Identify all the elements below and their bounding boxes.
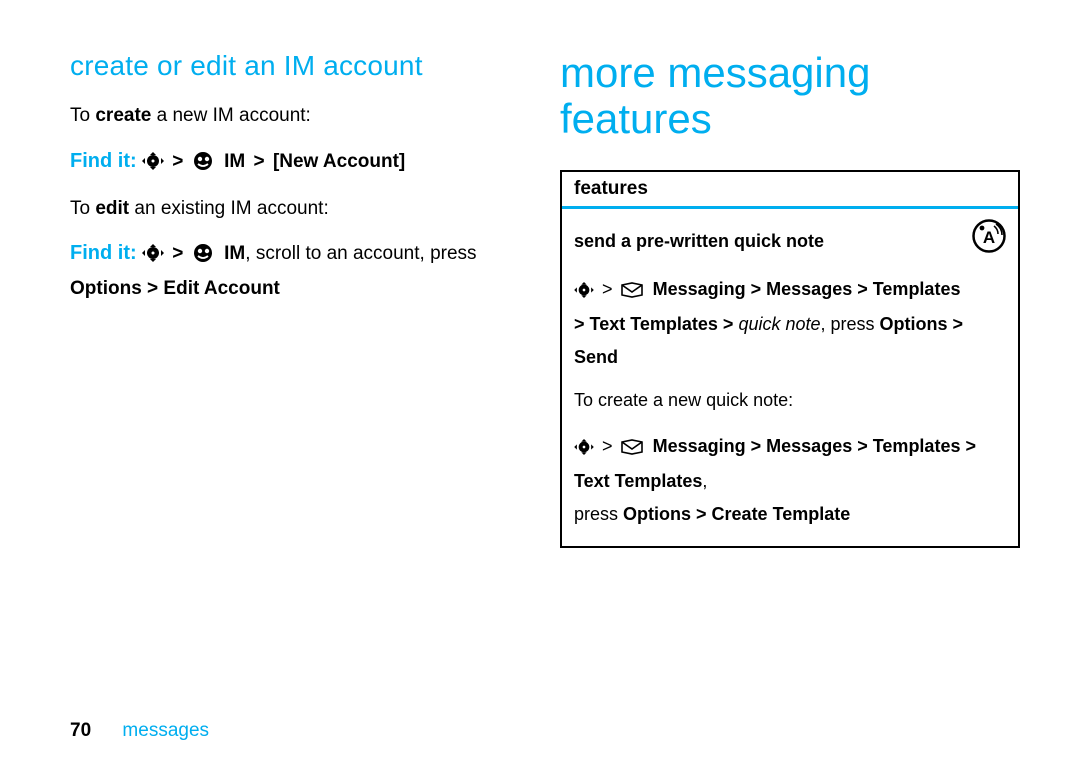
network-feature-icon: A (972, 219, 1006, 263)
im-icon (192, 243, 214, 273)
text-italic: quick note (738, 314, 820, 334)
text: a new IM account: (151, 105, 310, 126)
text: an existing IM account: (129, 198, 329, 219)
messaging-icon (621, 433, 643, 465)
text: , scroll to an account, press (245, 243, 476, 264)
path-send-quicknote: > Messaging > Messages > Templates > Tex… (574, 273, 1006, 373)
features-table: features send a pre-written quick note A… (560, 170, 1020, 548)
edit-intro: To edit an existing IM account: (70, 195, 500, 224)
separator: > (251, 151, 268, 172)
create-intro: To create a new IM account: (70, 102, 500, 131)
find-it-create: Find it: > IM > [New Account] (70, 145, 500, 181)
nav-key-icon (574, 276, 594, 308)
find-it-edit: Find it: > IM, scroll to an account, pre… (70, 237, 500, 304)
im-label: IM (219, 243, 245, 264)
svg-text:A: A (983, 228, 995, 247)
left-column: create or edit an IM account To create a… (70, 50, 500, 548)
right-column: more messaging features features send a … (560, 50, 1020, 548)
im-label: IM (219, 151, 245, 172)
nav-key-icon (142, 242, 164, 272)
feature-title-row: send a pre-written quick note A (574, 219, 1006, 263)
im-icon (192, 151, 214, 181)
table-cell: send a pre-written quick note A > Messag… (562, 209, 1018, 546)
options-create-path: Options > Create Template (623, 504, 850, 524)
feature-title: send a pre-written quick note (574, 226, 824, 257)
text-bold: create (95, 105, 151, 126)
separator: > (599, 279, 616, 299)
text: , press (821, 314, 880, 334)
separator: > (169, 243, 186, 264)
text: press (574, 504, 623, 524)
text: Messaging > Messages > Templates (648, 279, 961, 299)
separator: > (169, 151, 186, 172)
text-bold: edit (95, 198, 129, 219)
create-note-intro: To create a new quick note: (574, 385, 1006, 416)
text: > Text Templates > (574, 314, 738, 334)
page-footer: 70 messages (70, 720, 209, 742)
heading-create-edit-im: create or edit an IM account (70, 50, 500, 82)
messaging-icon (621, 276, 643, 308)
separator: > (599, 436, 616, 456)
text: To (70, 105, 95, 126)
page-number: 70 (70, 720, 91, 741)
section-label: messages (122, 720, 209, 741)
heading-more-messaging: more messaging features (560, 50, 1020, 142)
table-header: features (562, 172, 1018, 209)
new-account-label: [New Account] (273, 151, 405, 172)
path-create-template: > Messaging > Messages > Templates > Tex… (574, 430, 1006, 530)
nav-key-icon (142, 150, 164, 180)
nav-key-icon (574, 433, 594, 465)
find-it-label: Find it: (70, 242, 137, 264)
text: To (70, 198, 95, 219)
text: , (702, 471, 707, 491)
find-it-label: Find it: (70, 150, 137, 172)
options-edit-path: Options > Edit Account (70, 278, 280, 299)
